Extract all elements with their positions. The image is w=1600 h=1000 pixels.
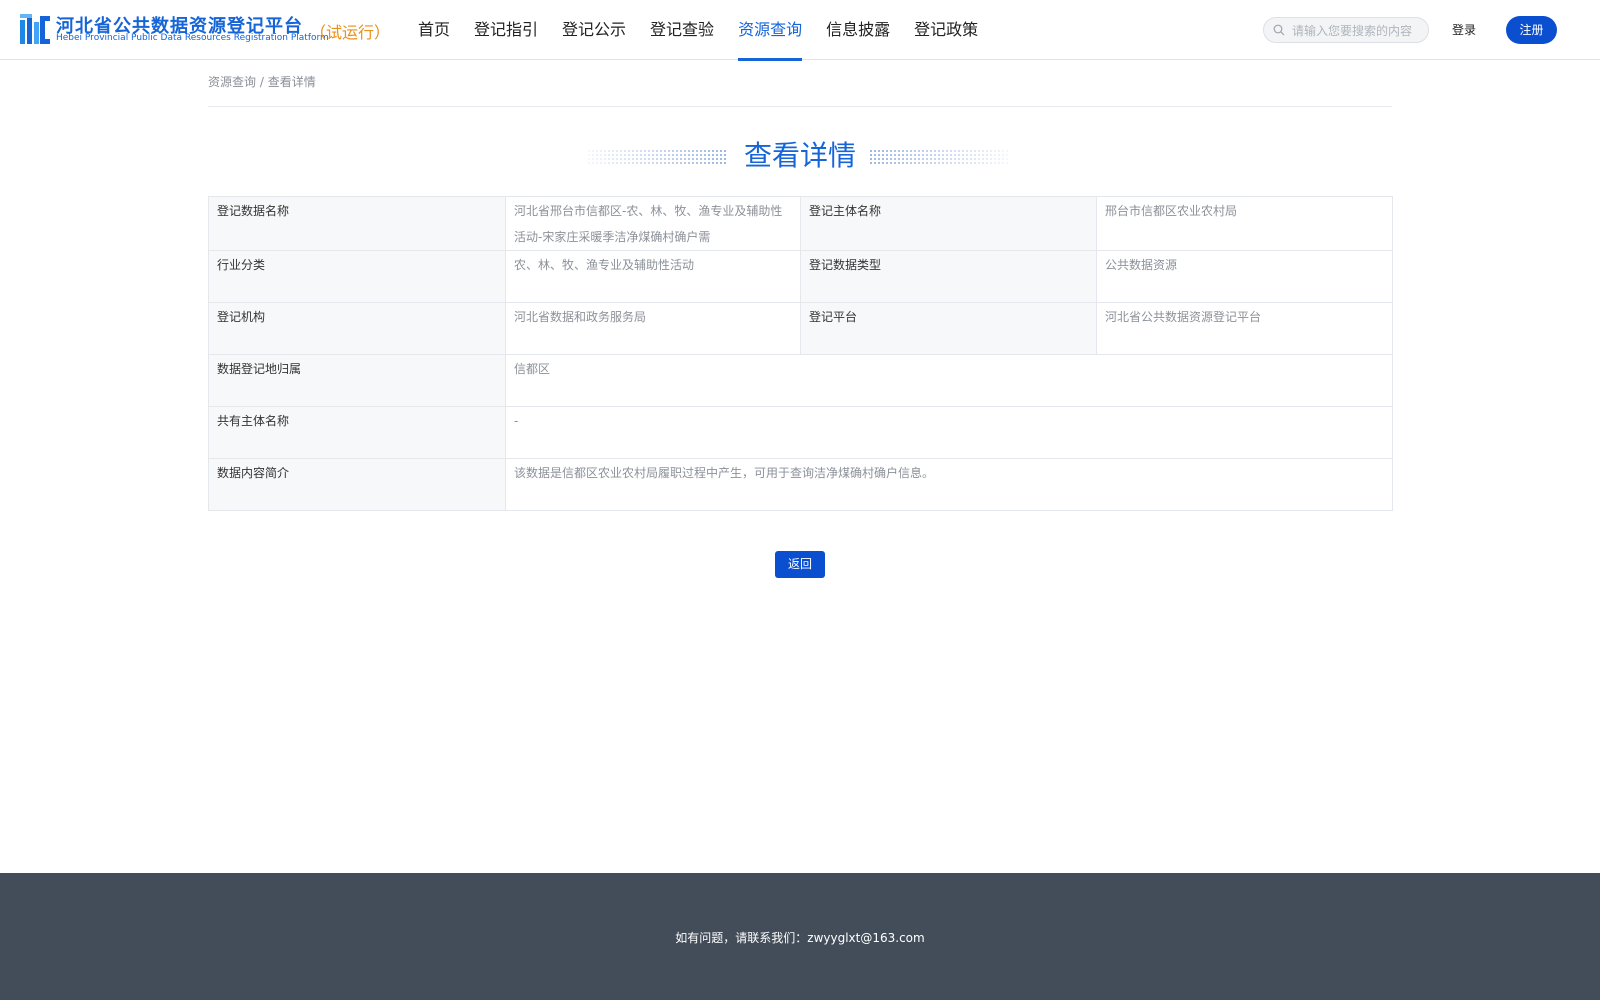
page-footer: 如有问题，请联系我们：zwyyglxt@163.com [0,873,1600,1000]
field-label: 登记机构 [208,302,506,355]
breadcrumb-separator: / [256,75,268,89]
login-button[interactable]: 登录 [1452,19,1476,41]
nav-item-verification[interactable]: 登记查验 [650,0,714,60]
field-value: 信都区 [505,354,1393,407]
nav-item-home[interactable]: 首页 [418,0,450,60]
field-value: 河北省数据和政务服务局 [505,302,801,355]
table-row: 共有主体名称 - [208,406,1393,459]
nav-item-guide[interactable]: 登记指引 [474,0,538,60]
breadcrumb-current: 查看详情 [267,75,316,89]
search-input[interactable] [1290,20,1426,42]
breadcrumb: 资源查询 / 查看详情 [208,73,1392,107]
table-row: 数据登记地归属 信都区 [208,354,1393,407]
table-row: 数据内容简介 该数据是信都区农业农村局履职过程中产生，可用于查询洁净煤确村确户信… [208,458,1393,511]
detail-table: 登记数据名称 河北省邢台市信都区-农、林、牧、渔专业及辅助性活动-宋家庄采暖季洁… [208,196,1393,511]
logo-trial-badge: （试运行） [310,23,391,42]
field-label: 登记平台 [800,302,1097,355]
register-button[interactable]: 注册 [1506,16,1557,44]
page-title: 查看详情 [743,139,856,172]
field-value: 该数据是信都区农业农村局履职过程中产生，可用于查询洁净煤确村确户信息。 [505,458,1393,511]
field-label: 登记数据名称 [208,196,506,251]
field-value: 农、林、牧、渔专业及辅助性活动 [505,250,801,303]
table-row: 行业分类 农、林、牧、渔专业及辅助性活动 登记数据类型 公共数据资源 [208,250,1393,303]
field-label: 登记数据类型 [800,250,1097,303]
field-label: 共有主体名称 [208,406,506,459]
field-label: 数据登记地归属 [208,354,506,407]
site-logo[interactable]: 河北省公共数据资源登记平台 Hebei Provincial Public Da… [18,12,390,48]
nav-item-disclosure[interactable]: 信息披露 [826,0,890,60]
table-row: 登记数据名称 河北省邢台市信都区-农、林、牧、渔专业及辅助性活动-宋家庄采暖季洁… [208,196,1393,251]
table-row: 登记机构 河北省数据和政务服务局 登记平台 河北省公共数据资源登记平台 [208,302,1393,355]
field-label: 行业分类 [208,250,506,303]
field-label: 数据内容简介 [208,458,506,511]
logo-subtitle: Hebei Provincial Public Data Resources R… [56,33,329,43]
field-value: 公共数据资源 [1096,250,1393,303]
nav-item-publicity[interactable]: 登记公示 [562,0,626,60]
breadcrumb-parent-link[interactable]: 资源查询 [208,75,256,89]
field-value: 河北省公共数据资源登记平台 [1096,302,1393,355]
top-header: 河北省公共数据资源登记平台 Hebei Provincial Public Da… [0,0,1600,61]
nav-item-resource-query[interactable]: 资源查询 [738,0,803,61]
search-icon [1273,24,1285,36]
field-label: 登记主体名称 [800,196,1097,251]
field-value: 邢台市信都区农业农村局 [1096,196,1393,251]
field-value: 河北省邢台市信都区-农、林、牧、渔专业及辅助性活动-宋家庄采暖季洁净煤确村确户需 [505,196,801,251]
logo-mark-icon [20,14,50,44]
nav-item-policy[interactable]: 登记政策 [914,0,978,60]
footer-contact-text: 如有问题，请联系我们：zwyyglxt@163.com [675,931,925,945]
field-value: - [505,406,1393,459]
back-button[interactable]: 返回 [775,551,825,578]
search-box [1263,17,1429,43]
page-title-area: 查看详情 [0,136,1600,180]
title-decoration-dots-right [870,150,1008,164]
main-nav: 首页 登记指引 登记公示 登记查验 资源查询 信息披露 登记政策 [418,0,1002,61]
